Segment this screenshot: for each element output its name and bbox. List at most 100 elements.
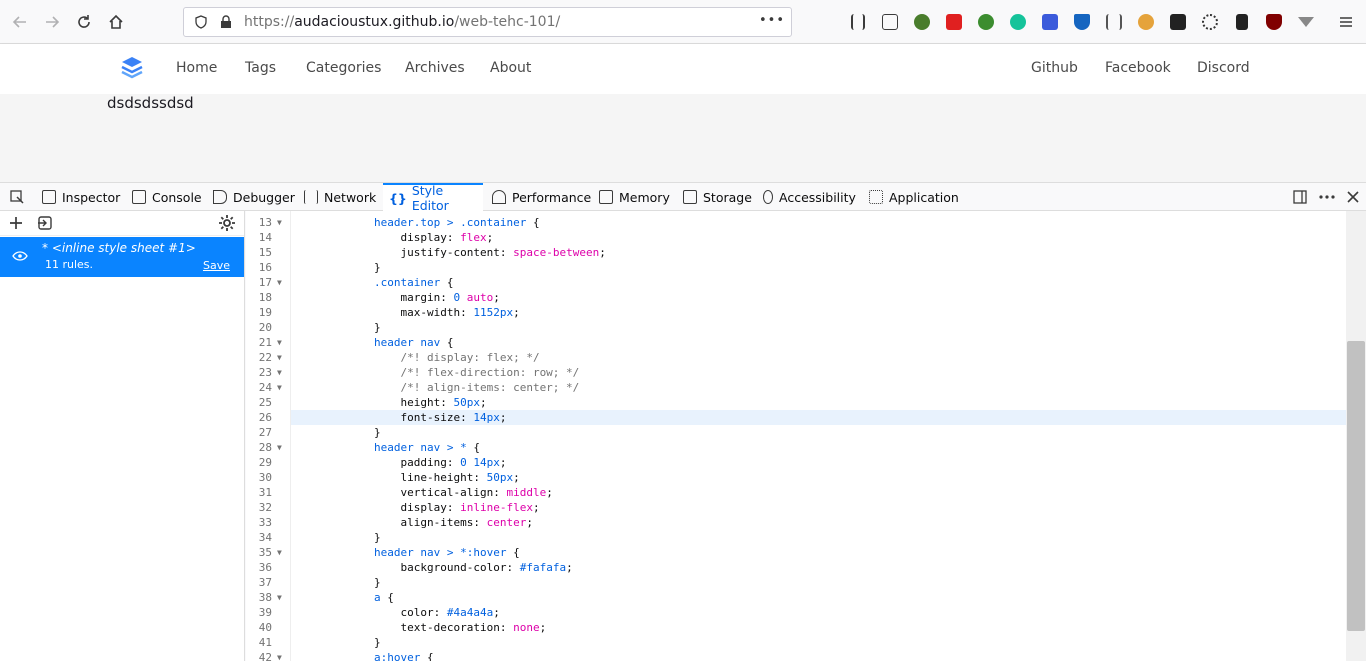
code-line[interactable]: 15 justify-content: space-between; [246,245,1346,260]
settings-gear-icon[interactable] [219,215,235,231]
extension-translate-icon[interactable] [976,12,996,32]
fold-arrow-icon[interactable]: ▼ [277,590,282,605]
code-line[interactable]: 16} [246,260,1346,275]
tab-application-label: Application [889,189,959,205]
layers-logo-icon[interactable] [120,55,144,81]
code-line[interactable]: 34} [246,530,1346,545]
tab-accessibility[interactable]: Accessibility [757,183,856,211]
fold-arrow-icon[interactable]: ▼ [277,545,282,560]
fold-arrow-icon[interactable]: ▼ [277,380,282,395]
code-line[interactable]: 30 line-height: 50px; [246,470,1346,485]
code-line[interactable]: 33 align-items: center; [246,515,1346,530]
tab-storage[interactable]: Storage [677,183,752,211]
code-line[interactable]: 36 background-color: #fafafa; [246,560,1346,575]
code-line[interactable]: 39 color: #4a4a4a; [246,605,1346,620]
url-scheme: https:// [244,14,295,30]
code-line[interactable]: 32 display: inline-flex; [246,500,1346,515]
element-picker-button[interactable] [4,183,30,211]
code-text: } [374,426,381,439]
fold-arrow-icon[interactable]: ▼ [277,440,282,455]
tab-console[interactable]: Console [126,183,202,211]
code-text: font-size: 14px; [400,411,507,424]
import-stylesheet-icon[interactable] [37,216,53,230]
fold-arrow-icon[interactable]: ▼ [277,365,282,380]
save-stylesheet-link[interactable]: Save [203,259,230,272]
code-line[interactable]: 22 ▼ /*! display: flex; */ [246,350,1346,365]
nav-archives-link[interactable]: Archives [405,60,465,76]
stylesheet-item[interactable]: * <inline style sheet #1> 11 rules. Save [0,237,244,277]
tab-style-editor[interactable]: {} Style Editor [383,183,483,213]
code-line[interactable]: 19 max-width: 1152px; [246,305,1346,320]
more-options-icon[interactable] [1319,195,1335,199]
extension-blocks-icon[interactable] [1168,12,1188,32]
code-line[interactable]: 42 ▼ a:hover { [246,650,1346,661]
code-line[interactable]: 28 ▼ header nav > * { [246,440,1346,455]
code-line[interactable]: 31 vertical-align: middle; [246,485,1346,500]
code-line[interactable]: 35 ▼ header nav > *:hover { [246,545,1346,560]
editor-scrollbar-thumb[interactable] [1347,341,1365,631]
line-number: 36 [258,561,272,574]
fold-arrow-icon[interactable]: ▼ [277,215,282,230]
code-line[interactable]: 38 ▼ a { [246,590,1346,605]
new-stylesheet-icon[interactable] [9,216,23,230]
grammarly-icon[interactable] [1008,12,1028,32]
tab-debugger[interactable]: Debugger [207,183,295,211]
nav-facebook-link[interactable]: Facebook [1105,60,1171,76]
extension-grid-icon[interactable] [1104,12,1124,32]
code-line[interactable]: 14 display: flex; [246,230,1346,245]
library-icon[interactable] [848,12,868,32]
code-line[interactable]: 23 ▼ /*! flex-direction: row; */ [246,365,1346,380]
extension-lock-icon[interactable] [1232,12,1252,32]
code-line[interactable]: 17 ▼ .container { [246,275,1346,290]
home-button[interactable] [102,8,130,36]
sidebar-icon[interactable] [880,12,900,32]
code-line[interactable]: 20} [246,320,1346,335]
code-line[interactable]: 37} [246,575,1346,590]
fold-arrow-icon[interactable]: ▼ [277,350,282,365]
extension-face-icon[interactable] [1136,12,1156,32]
code-line[interactable]: 25 height: 50px; [246,395,1346,410]
extension-mascot-icon[interactable] [912,12,932,32]
extension-v-icon[interactable] [1296,12,1316,32]
nav-github-link[interactable]: Github [1031,60,1078,76]
fold-arrow-icon[interactable]: ▼ [277,650,282,661]
tab-accessibility-label: Accessibility [779,189,856,205]
extension-blue-icon[interactable] [1040,12,1060,32]
extension-red-icon[interactable] [944,12,964,32]
tab-inspector[interactable]: Inspector [36,183,120,211]
code-editor[interactable]: 13 ▼ header.top > .container {14 display: … [246,211,1346,661]
extension-bird-icon[interactable] [1072,12,1092,32]
code-line[interactable]: 27} [246,425,1346,440]
code-line[interactable]: 40 text-decoration: none; [246,620,1346,635]
extension-arrows-icon[interactable] [1200,12,1220,32]
url-bar[interactable]: https://audacioustux.github.io/web-tehc-… [183,7,792,37]
line-number: 31 [258,486,272,499]
code-line[interactable]: 13 ▼ header.top > .container { [246,215,1346,230]
back-button[interactable] [6,8,34,36]
nav-tags-link[interactable]: Tags [245,60,276,76]
dock-side-icon[interactable] [1293,190,1307,204]
tab-network[interactable]: Network [298,183,376,211]
tab-performance[interactable]: Performance [486,183,591,211]
ublock-icon[interactable] [1264,12,1284,32]
fold-arrow-icon[interactable]: ▼ [277,275,282,290]
code-line[interactable]: 18 margin: 0 auto; [246,290,1346,305]
code-line[interactable]: 21 ▼ header nav { [246,335,1346,350]
fold-arrow-icon[interactable]: ▼ [277,335,282,350]
code-line[interactable]: 24 ▼ /*! align-items: center; */ [246,380,1346,395]
nav-home-link[interactable]: Home [176,60,217,76]
nav-categories-link[interactable]: Categories [306,60,381,76]
reload-button[interactable] [70,8,98,36]
hamburger-menu-icon[interactable] [1336,12,1356,32]
page-actions-menu[interactable]: ••• [759,13,785,28]
tab-memory[interactable]: Memory [593,183,670,211]
forward-button[interactable] [38,8,66,36]
code-line[interactable]: 41} [246,635,1346,650]
tab-application[interactable]: Application [863,183,959,211]
close-devtools-icon[interactable] [1347,191,1359,203]
code-line[interactable]: 26 font-size: 14px; [259,410,1346,425]
code-line[interactable]: 29 padding: 0 14px; [246,455,1346,470]
nav-about-link[interactable]: About [490,60,531,76]
eye-visibility-icon[interactable] [12,251,28,261]
nav-discord-link[interactable]: Discord [1197,60,1250,76]
